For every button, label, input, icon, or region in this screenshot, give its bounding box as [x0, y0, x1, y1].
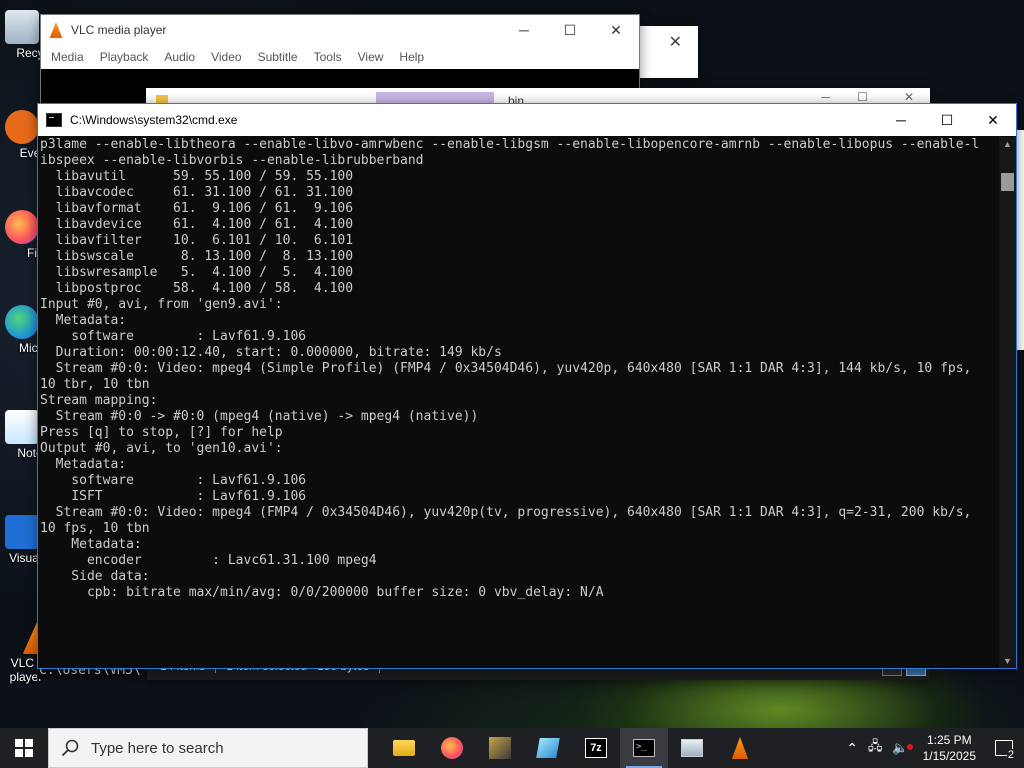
taskbar-app-3[interactable] — [476, 728, 524, 768]
7zip-icon: 7z — [585, 738, 607, 758]
background-window[interactable]: ✕ — [640, 26, 698, 78]
minimize-button[interactable]: ─ — [878, 105, 924, 135]
vlc-titlebar[interactable]: VLC media player ─ ☐ ✕ — [41, 15, 639, 45]
console-icon — [46, 113, 62, 127]
menu-tools[interactable]: Tools — [306, 47, 350, 69]
scroll-up-icon[interactable]: ▲ — [999, 137, 1016, 151]
everything-app-icon — [5, 110, 39, 144]
menu-audio[interactable]: Audio — [156, 47, 203, 69]
notification-center-button[interactable]: 2 — [984, 728, 1024, 768]
clock[interactable]: 1:25 PM 1/15/2025 — [915, 732, 984, 764]
close-button[interactable]: ✕ — [593, 15, 639, 45]
taskbar-search-box[interactable]: Type here to search — [48, 728, 368, 768]
menu-subtitle[interactable]: Subtitle — [250, 47, 306, 69]
vlc-menubar: Media Playback Audio Video Subtitle Tool… — [41, 47, 639, 69]
console-output[interactable]: p3lame --enable-libtheora --enable-libvo… — [40, 137, 1000, 667]
chevron-up-icon[interactable]: ⌃ — [840, 740, 864, 757]
console-scrollbar[interactable]: ▲ ▼ — [999, 137, 1016, 668]
console-icon: >_ — [633, 739, 655, 757]
taskbar-7zip[interactable]: 7z — [572, 728, 620, 768]
desktop-icon-label: Fi — [27, 246, 37, 260]
maximize-button[interactable]: ☐ — [924, 105, 970, 135]
maximize-button[interactable]: ☐ — [857, 90, 868, 104]
minimize-button[interactable]: ─ — [501, 15, 547, 45]
taskbar-firefox[interactable] — [428, 728, 476, 768]
menu-media[interactable]: Media — [43, 47, 92, 69]
volume-muted-icon[interactable]: 🔈 — [886, 740, 914, 756]
search-placeholder: Type here to search — [91, 739, 224, 757]
taskbar: Type here to search 7z >_ ⌃ 🖧 🔈 1:25 PM … — [0, 728, 1024, 768]
notepad-icon — [5, 410, 39, 444]
search-icon — [61, 739, 79, 757]
firefox-icon — [441, 737, 463, 759]
vlc-cone-icon — [49, 22, 63, 38]
close-button[interactable]: ✕ — [970, 105, 1016, 135]
folder-icon — [393, 740, 415, 756]
scroll-down-icon[interactable]: ▼ — [999, 654, 1016, 668]
cmd-title: C:\Windows\system32\cmd.exe — [70, 113, 238, 127]
taskbar-cmd[interactable]: >_ — [620, 728, 668, 768]
close-button[interactable]: ✕ — [904, 90, 914, 104]
firefox-icon — [5, 210, 39, 244]
clock-time: 1:25 PM — [926, 733, 972, 747]
windows-logo-icon — [15, 739, 33, 757]
cmd-titlebar[interactable]: C:\Windows\system32\cmd.exe ─ ☐ ✕ — [38, 104, 1016, 136]
visual-c-icon — [5, 515, 39, 549]
app-icon — [536, 738, 560, 758]
taskbar-app-7[interactable] — [668, 728, 716, 768]
clock-date: 1/15/2025 — [922, 749, 976, 763]
menu-video[interactable]: Video — [203, 47, 249, 69]
network-icon[interactable]: 🖧 — [864, 737, 887, 759]
maximize-button[interactable]: ☐ — [547, 15, 593, 45]
app-icon — [681, 739, 703, 757]
start-button[interactable] — [0, 728, 48, 768]
menu-help[interactable]: Help — [391, 47, 432, 69]
menu-view[interactable]: View — [350, 47, 392, 69]
taskbar-vlc[interactable] — [716, 728, 764, 768]
system-tray: ⌃ 🖧 🔈 1:25 PM 1/15/2025 2 — [840, 728, 1024, 768]
vlc-title: VLC media player — [71, 23, 167, 37]
vlc-cone-icon — [731, 737, 749, 759]
cmd-window[interactable]: C:\Windows\system32\cmd.exe ─ ☐ ✕ p3lame… — [37, 103, 1017, 669]
menu-playback[interactable]: Playback — [92, 47, 157, 69]
notification-count: 2 — [1006, 749, 1015, 761]
edge-icon — [5, 305, 39, 339]
close-icon[interactable]: ✕ — [669, 32, 682, 52]
app-icon — [489, 737, 511, 759]
taskbar-file-explorer[interactable] — [380, 728, 428, 768]
recycle-bin-icon — [5, 10, 39, 44]
taskbar-app-4[interactable] — [524, 728, 572, 768]
minimize-button[interactable]: ─ — [821, 90, 830, 104]
scrollbar-thumb[interactable] — [1001, 173, 1014, 191]
